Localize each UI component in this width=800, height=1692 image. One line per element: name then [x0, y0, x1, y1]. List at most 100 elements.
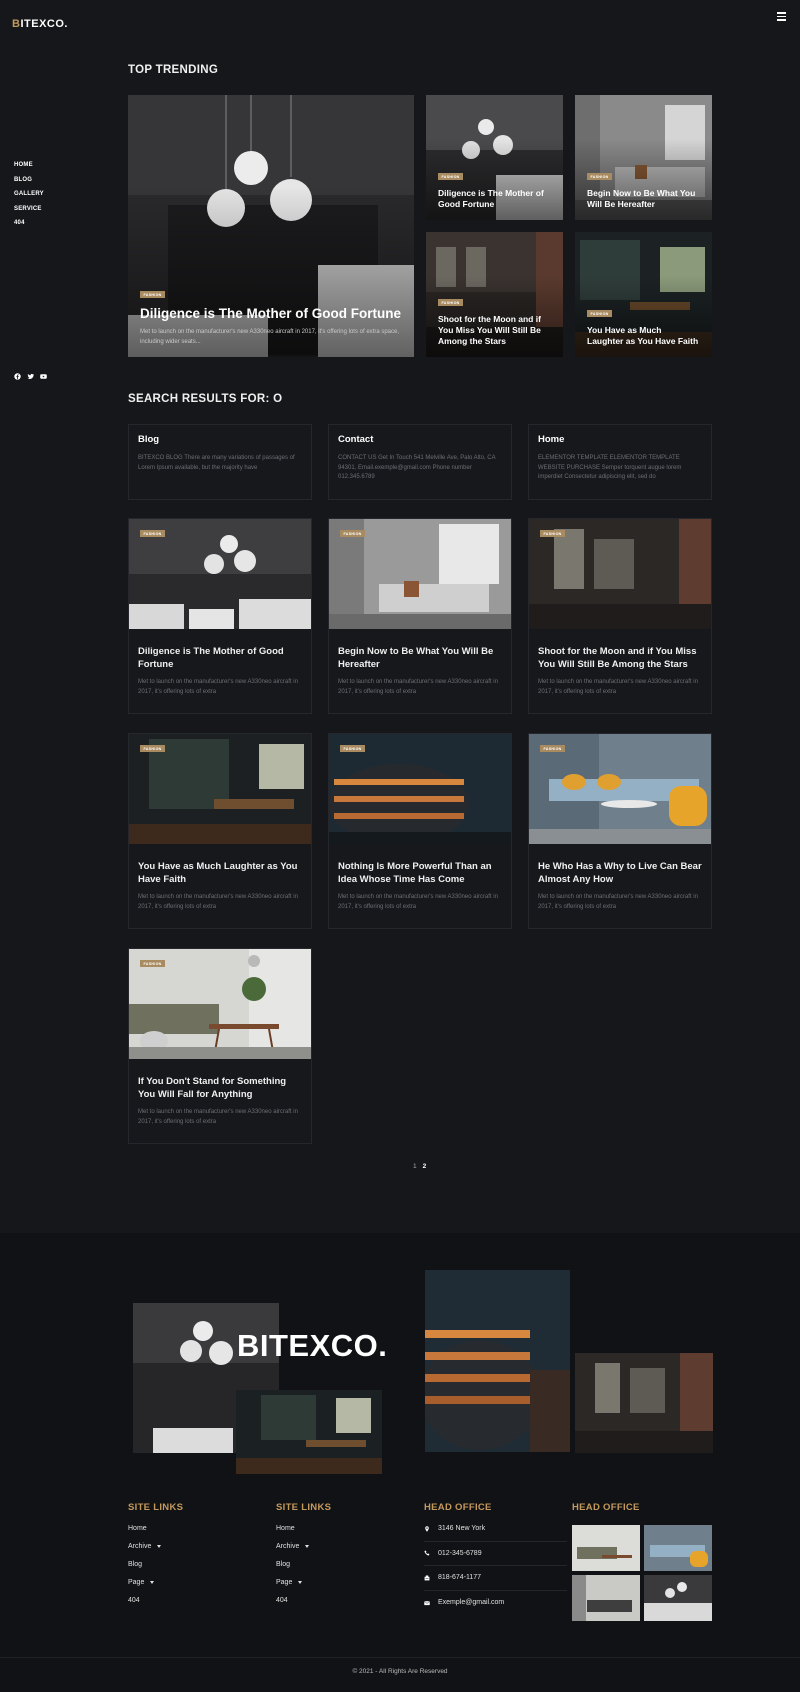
category-badge[interactable]: FASHION — [140, 960, 166, 967]
category-badge[interactable]: FASHION — [340, 745, 366, 752]
footer-link-archive[interactable]: Archive — [128, 1543, 268, 1550]
menu-icon[interactable] — [777, 12, 786, 23]
post-excerpt: Met to launch on the manufacturer's new … — [138, 1108, 298, 1125]
footer-link-home[interactable]: Home — [276, 1525, 416, 1532]
gallery-thumb[interactable] — [572, 1525, 640, 1571]
category-badge[interactable]: FASHION — [140, 291, 166, 299]
trending-card-title[interactable]: Begin Now to Be What You Will Be Hereaft… — [587, 188, 700, 210]
gallery-thumb[interactable] — [644, 1525, 712, 1571]
page-next-link[interactable]: 2 — [423, 1163, 427, 1170]
footer-link-archive[interactable]: Archive — [276, 1543, 416, 1550]
category-badge[interactable]: FASHION — [140, 530, 166, 537]
post-excerpt: Met to launch on the manufacturer's new … — [138, 893, 298, 910]
chevron-down-icon — [305, 1545, 310, 1548]
trending-card-title[interactable]: Diligence is The Mother of Good Fortune — [438, 188, 551, 210]
page-result-title[interactable]: Blog — [138, 434, 302, 445]
footer-link-blog[interactable]: Blog — [128, 1561, 268, 1568]
page-result-title[interactable]: Contact — [338, 434, 502, 445]
trending-card[interactable]: FASHION Diligence is The Mother of Good … — [426, 95, 563, 220]
envelope-icon — [424, 1600, 430, 1605]
interior-image — [575, 1353, 713, 1453]
chevron-down-icon — [298, 1581, 303, 1584]
twitter-icon[interactable] — [27, 373, 34, 380]
post-title[interactable]: You Have as Much Laughter as You Have Fa… — [129, 844, 311, 887]
page-result-title[interactable]: Home — [538, 434, 702, 445]
category-badge[interactable]: FASHION — [540, 745, 566, 752]
post-card[interactable]: FASHION Diligence is The Mother of Good … — [128, 518, 312, 714]
trending-card[interactable]: FASHION You Have as Much Laughter as You… — [575, 232, 712, 357]
category-badge[interactable]: FASHION — [587, 310, 613, 318]
nav-blog[interactable]: BLOG — [14, 177, 44, 183]
post-title[interactable]: If You Don't Stand for Something You Wil… — [129, 1059, 311, 1102]
post-card[interactable]: FASHION He Who Has a Why to Live Can Bea… — [528, 733, 712, 929]
trending-card-title[interactable]: You Have as Much Laughter as You Have Fa… — [587, 325, 700, 347]
office-email[interactable]: Exemple@gmail.com — [424, 1591, 567, 1616]
category-badge[interactable]: FASHION — [140, 745, 166, 752]
footer-office-column: HEAD OFFICE 3146 New York 012-345-6789 8… — [424, 1502, 567, 1615]
search-results-heading: SEARCH RESULTS FOR: O — [128, 393, 283, 405]
category-badge[interactable]: FASHION — [438, 299, 464, 307]
nav-gallery[interactable]: GALLERY — [14, 191, 44, 197]
category-badge[interactable]: FASHION — [438, 173, 464, 181]
post-card[interactable]: FASHION Nothing Is More Powerful Than an… — [328, 733, 512, 929]
facebook-icon[interactable] — [14, 373, 21, 380]
nav-home[interactable]: HOME — [14, 162, 44, 168]
trending-card-title[interactable]: Shoot for the Moon and if You Miss You W… — [438, 314, 551, 347]
office-address: 3146 New York — [424, 1517, 567, 1542]
category-badge[interactable]: FASHION — [540, 530, 566, 537]
fax-icon — [424, 1575, 430, 1581]
page-result[interactable]: Contact CONTACT US Get In Touch 541 Melv… — [328, 424, 512, 500]
building-image — [425, 1270, 570, 1452]
footer-brand: BITEXCO. — [237, 1328, 388, 1363]
nav-service[interactable]: SERVICE — [14, 206, 44, 212]
side-nav: HOME BLOG GALLERY SERVICE 404 — [14, 162, 44, 235]
social-links — [14, 373, 47, 380]
featured-title[interactable]: Diligence is The Mother of Good Fortune — [140, 306, 402, 323]
gallery-thumb[interactable] — [644, 1575, 712, 1621]
footer-column-heading: HEAD OFFICE — [572, 1502, 640, 1513]
map-pin-icon — [425, 1526, 429, 1532]
page-result-excerpt: ELEMENTOR TEMPLATE ELEMENTOR TEMPLATE WE… — [538, 455, 682, 481]
post-title[interactable]: He Who Has a Why to Live Can Bear Almost… — [529, 844, 711, 887]
page-result[interactable]: Blog BITEXCO BLOG There are many variati… — [128, 424, 312, 500]
youtube-icon[interactable] — [40, 373, 47, 380]
chevron-down-icon — [150, 1581, 155, 1584]
post-excerpt: Met to launch on the manufacturer's new … — [538, 893, 698, 910]
footer-link-blog[interactable]: Blog — [276, 1561, 416, 1568]
footer-column-heading: SITE LINKS — [128, 1502, 184, 1513]
page-result-excerpt: CONTACT US Get In Touch 541 Melville Ave… — [338, 455, 496, 481]
post-title[interactable]: Begin Now to Be What You Will Be Hereaft… — [329, 629, 511, 672]
post-excerpt: Met to launch on the manufacturer's new … — [138, 678, 298, 695]
trending-featured-card[interactable]: FASHION Diligence is The Mother of Good … — [128, 95, 414, 357]
category-badge[interactable]: FASHION — [587, 173, 613, 181]
post-title[interactable]: Shoot for the Moon and if You Miss You W… — [529, 629, 711, 672]
dining-room-image — [236, 1390, 382, 1474]
post-card[interactable]: FASHION Shoot for the Moon and if You Mi… — [528, 518, 712, 714]
office-phone[interactable]: 012-345-6789 — [424, 1542, 567, 1566]
footer-link-page[interactable]: Page — [128, 1579, 268, 1586]
post-excerpt: Met to launch on the manufacturer's new … — [338, 678, 498, 695]
post-card[interactable]: FASHION You Have as Much Laughter as You… — [128, 733, 312, 929]
post-title[interactable]: Nothing Is More Powerful Than an Idea Wh… — [329, 844, 511, 887]
trending-card[interactable]: FASHION Shoot for the Moon and if You Mi… — [426, 232, 563, 357]
category-badge[interactable]: FASHION — [340, 530, 366, 537]
gallery-thumb[interactable] — [572, 1575, 640, 1621]
page-result[interactable]: Home ELEMENTOR TEMPLATE ELEMENTOR TEMPLA… — [528, 424, 712, 500]
copyright: © 2021 - All Rights Are Reserved — [0, 1657, 800, 1675]
footer-link-page[interactable]: Page — [276, 1579, 416, 1586]
phone-icon — [424, 1550, 430, 1556]
gallery-thumbnails[interactable] — [572, 1525, 712, 1621]
page-result-excerpt: BITEXCO BLOG There are many variations o… — [138, 455, 295, 471]
site-logo[interactable]: BITEXCO. — [12, 18, 68, 30]
post-excerpt: Met to launch on the manufacturer's new … — [538, 678, 698, 695]
footer-link-404[interactable]: 404 — [276, 1597, 416, 1604]
post-card[interactable]: FASHION If You Don't Stand for Something… — [128, 948, 312, 1144]
office-fax[interactable]: 818-674-1177 — [424, 1566, 567, 1591]
nav-404[interactable]: 404 — [14, 220, 44, 226]
trending-card[interactable]: FASHION Begin Now to Be What You Will Be… — [575, 95, 712, 220]
post-title[interactable]: Diligence is The Mother of Good Fortune — [129, 629, 311, 672]
post-card[interactable]: FASHION Begin Now to Be What You Will Be… — [328, 518, 512, 714]
featured-excerpt: Met to launch on the manufacturer's new … — [140, 329, 399, 345]
footer-link-404[interactable]: 404 — [128, 1597, 268, 1604]
footer-link-home[interactable]: Home — [128, 1525, 268, 1532]
